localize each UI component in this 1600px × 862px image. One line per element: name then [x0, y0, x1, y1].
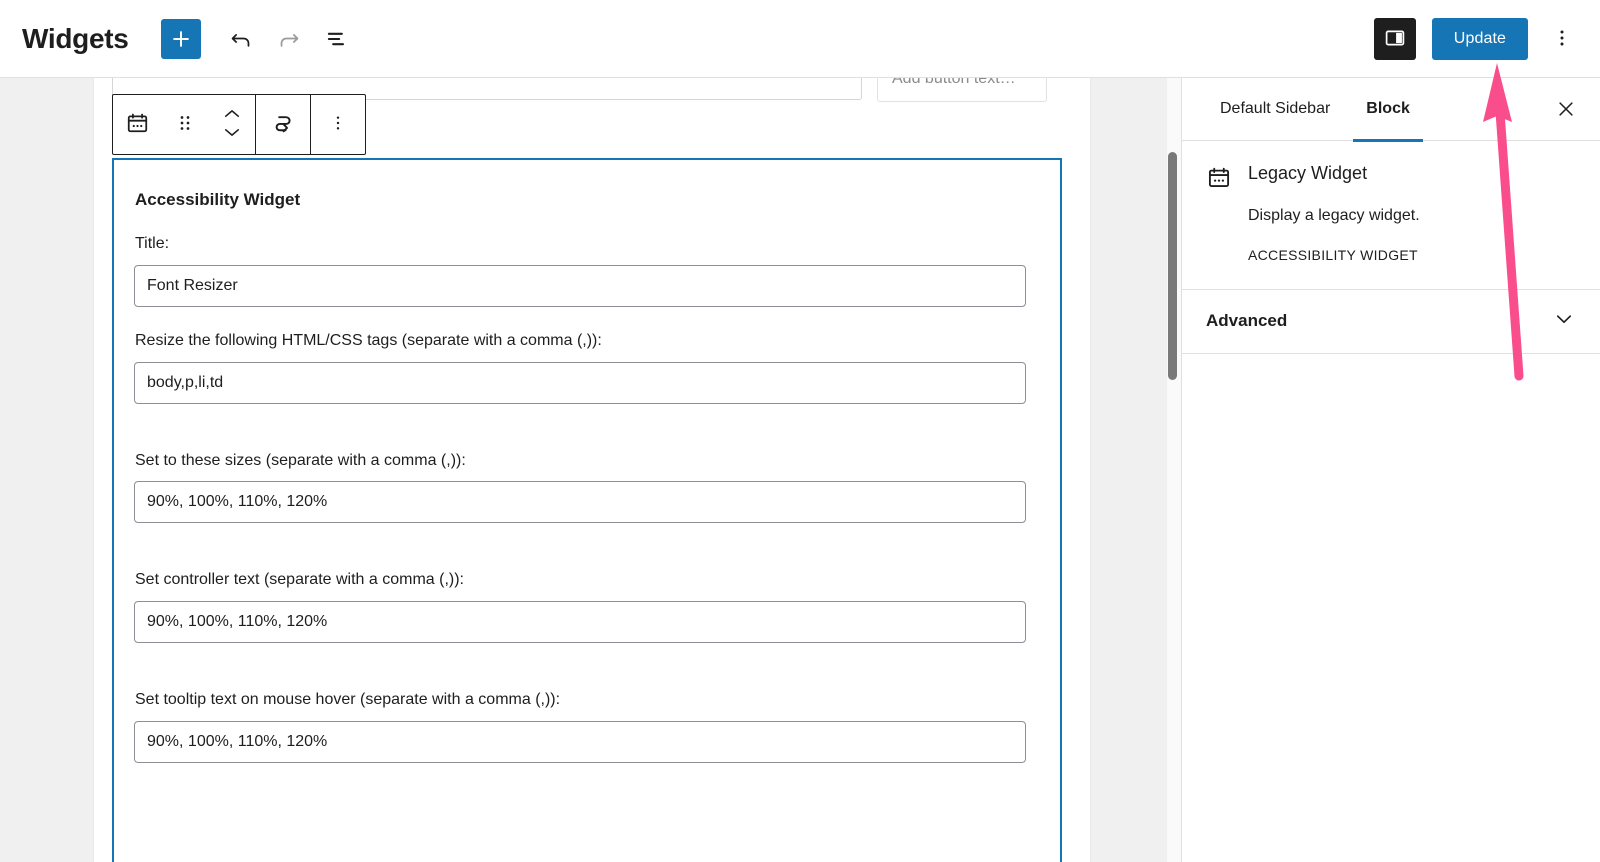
- block-type-button[interactable]: [113, 95, 161, 154]
- block-card-widget-name: ACCESSIBILITY WIDGET: [1248, 247, 1576, 263]
- update-button[interactable]: Update: [1432, 18, 1528, 60]
- sidebar-toggle-icon: [1383, 26, 1407, 53]
- move-block-up-button[interactable]: [221, 107, 243, 124]
- widgets-editor-screen: Widgets: [0, 0, 1600, 862]
- advanced-panel-toggle[interactable]: Advanced: [1182, 290, 1600, 354]
- add-block-button[interactable]: [161, 19, 201, 59]
- sidebar-tab-bar: Default Sidebar Block: [1182, 78, 1600, 141]
- settings-sidebar-toggle-button[interactable]: [1374, 18, 1416, 60]
- field-group-controller-text: Set controller text (separate with a com…: [134, 570, 1040, 643]
- block-toolbar-group-transform: [256, 95, 311, 154]
- block-toolbar: [112, 94, 366, 155]
- title-field[interactable]: [134, 265, 1026, 307]
- selected-legacy-widget-block[interactable]: Accessibility Widget Title: Resize the f…: [112, 158, 1062, 862]
- chevron-down-icon: [221, 124, 243, 143]
- sizes-field[interactable]: [134, 481, 1026, 523]
- editor-body: Add button text…: [0, 78, 1600, 862]
- controller-text-field-label: Set controller text (separate with a com…: [135, 570, 1040, 591]
- left-gutter: [0, 78, 94, 862]
- header-right-group: Update: [1374, 0, 1582, 78]
- right-gutter: [1091, 78, 1167, 862]
- header-left-group: Widgets: [0, 15, 361, 63]
- undo-button[interactable]: [217, 15, 265, 63]
- list-view-icon: [324, 26, 350, 52]
- field-group-title: Title:: [134, 234, 1040, 307]
- more-options-button[interactable]: [1542, 15, 1582, 63]
- block-toolbar-group-more: [311, 95, 365, 154]
- advanced-panel-label: Advanced: [1206, 311, 1287, 331]
- redo-button[interactable]: [265, 15, 313, 63]
- editor-header: Widgets: [0, 0, 1600, 78]
- page-title: Widgets: [22, 25, 129, 53]
- tab-default-sidebar[interactable]: Default Sidebar: [1202, 78, 1348, 141]
- redo-icon: [276, 26, 302, 52]
- title-field-label: Title:: [135, 234, 1040, 255]
- canvas-scrollbar-thumb[interactable]: [1168, 152, 1177, 380]
- tooltip-text-field-label: Set tooltip text on mouse hover (separat…: [135, 690, 1040, 711]
- chevron-down-icon: [1552, 307, 1576, 336]
- close-sidebar-button[interactable]: [1546, 90, 1586, 130]
- block-movers: [209, 95, 255, 154]
- legacy-widget-calendar-icon: [1206, 165, 1232, 191]
- resize-tags-field-label: Resize the following HTML/CSS tags (sepa…: [135, 331, 1040, 352]
- tooltip-text-field[interactable]: [134, 721, 1026, 763]
- block-toolbar-group-primary: [113, 95, 256, 154]
- add-button-text-placeholder[interactable]: Add button text…: [877, 78, 1047, 102]
- field-group-resize-tags: Resize the following HTML/CSS tags (sepa…: [134, 331, 1040, 404]
- list-view-button[interactable]: [313, 15, 361, 63]
- chevron-up-icon: [221, 106, 243, 125]
- block-options-button[interactable]: [311, 95, 365, 154]
- block-drag-handle[interactable]: [161, 95, 209, 154]
- tab-block[interactable]: Block: [1348, 78, 1428, 141]
- curved-arrow-icon: [270, 110, 297, 140]
- close-icon: [1555, 98, 1577, 123]
- block-card-header: Legacy Widget: [1206, 163, 1576, 191]
- transform-block-button[interactable]: [256, 95, 310, 154]
- undo-icon: [228, 26, 254, 52]
- more-options-vertical-icon: [328, 112, 348, 137]
- block-card-description: Display a legacy widget.: [1248, 205, 1576, 227]
- resize-tags-field[interactable]: [134, 362, 1026, 404]
- editor-canvas: Add button text…: [95, 78, 1090, 862]
- sizes-field-label: Set to these sizes (separate with a comm…: [135, 451, 1040, 472]
- field-group-tooltip-text: Set tooltip text on mouse hover (separat…: [134, 690, 1040, 763]
- settings-sidebar: Default Sidebar Block: [1181, 78, 1600, 862]
- field-group-sizes: Set to these sizes (separate with a comm…: [134, 451, 1040, 524]
- drag-handle-icon: [175, 112, 195, 137]
- widget-heading: Accessibility Widget: [135, 190, 1040, 210]
- block-card-title: Legacy Widget: [1248, 163, 1367, 185]
- legacy-widget-calendar-icon: [125, 111, 150, 139]
- plus-icon: [170, 28, 192, 50]
- more-options-vertical-icon: [1551, 27, 1573, 52]
- controller-text-field[interactable]: [134, 601, 1026, 643]
- block-info-card: Legacy Widget Display a legacy widget. A…: [1182, 141, 1600, 290]
- move-block-down-button[interactable]: [221, 125, 243, 142]
